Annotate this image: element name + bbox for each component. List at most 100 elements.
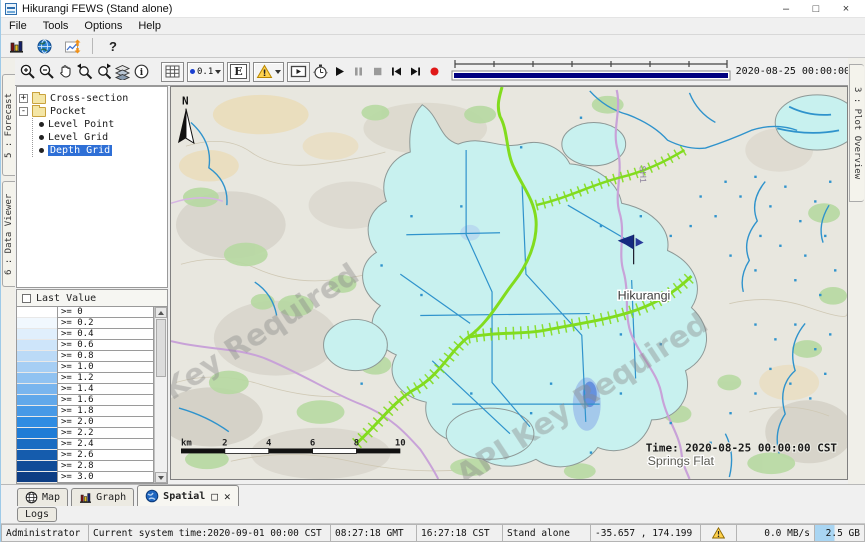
tree-node-label[interactable]: Level Grid <box>48 132 108 143</box>
last-value-checkbox[interactable] <box>22 294 31 303</box>
help-icon[interactable]: ? <box>102 37 124 56</box>
grid-display-button[interactable] <box>161 62 184 82</box>
tree-node-cross-section[interactable]: + Cross-section <box>19 92 165 105</box>
svg-text:8: 8 <box>354 439 359 449</box>
menu-bar: File Tools Options Help <box>1 18 865 35</box>
tab-spatial[interactable]: Spatial □ ✕ <box>137 485 238 506</box>
label-e-icon: E <box>230 64 246 79</box>
folder-icon <box>32 94 46 104</box>
current-time-label: 2020-08-25 00:00:00 CST <box>736 66 865 77</box>
stop-button[interactable] <box>369 62 387 82</box>
layers-icon[interactable] <box>113 62 131 82</box>
zoom-next-icon[interactable] <box>94 62 112 82</box>
legend-swatch <box>17 417 57 428</box>
status-bar: Administrator Current system time:2020-0… <box>1 524 865 542</box>
timeseries-dialog-icon[interactable] <box>61 37 83 56</box>
time-slider[interactable] <box>451 57 731 86</box>
status-warning-icon[interactable] <box>701 524 737 542</box>
legend-swatch <box>17 450 57 461</box>
zoom-in-icon[interactable] <box>18 62 36 82</box>
tab-data-viewer[interactable]: 6 : Data Viewer <box>2 181 15 287</box>
movie-player-button[interactable] <box>287 62 310 82</box>
labels-toggle-button[interactable]: E <box>227 62 249 82</box>
menu-help[interactable]: Help <box>130 19 169 33</box>
menu-tools[interactable]: Tools <box>35 19 77 33</box>
legend-panel: Last Value >= 0 >= 0.2 <box>16 289 168 484</box>
skip-start-button[interactable] <box>388 62 406 82</box>
record-button[interactable] <box>426 62 444 82</box>
left-panel: + Cross-section - Pocket Lev <box>15 86 169 484</box>
legend-swatch <box>17 384 57 395</box>
info-icon[interactable]: i <box>132 62 150 82</box>
right-tab-strip: 3 : Plot Overview <box>848 58 865 484</box>
tree-node-level-point[interactable]: Level Point <box>33 118 165 131</box>
svg-text:10: 10 <box>395 439 406 449</box>
menu-options[interactable]: Options <box>76 19 130 33</box>
legend-swatch <box>17 406 57 417</box>
tree-node-level-grid[interactable]: Level Grid <box>33 131 165 144</box>
interval-dropdown[interactable]: 0.1 <box>187 62 224 82</box>
map-display-icon[interactable] <box>33 37 55 56</box>
toolbar-separator <box>92 38 93 54</box>
tree-node-label[interactable]: Pocket <box>50 106 86 117</box>
tree-node-pocket[interactable]: - Pocket <box>19 105 165 118</box>
svg-text:4: 4 <box>266 439 271 449</box>
menu-file[interactable]: File <box>1 19 35 33</box>
timer-icon[interactable] <box>312 62 330 82</box>
tree-node-depth-grid[interactable]: Depth Grid <box>33 144 165 157</box>
tab-plot-overview[interactable]: 3 : Plot Overview <box>849 64 864 202</box>
expand-icon[interactable]: + <box>19 94 28 103</box>
svg-text:N: N <box>182 95 189 108</box>
legend-swatch <box>17 307 57 318</box>
tab-forecast[interactable]: 5 : Forecast <box>2 74 15 176</box>
maximize-button[interactable]: □ <box>801 3 831 15</box>
status-user: Administrator <box>1 524 89 542</box>
minimize-button[interactable]: – <box>771 3 801 15</box>
legend-swatch <box>17 340 57 351</box>
tree-node-label[interactable]: Level Point <box>48 119 114 130</box>
close-button[interactable]: × <box>831 3 861 15</box>
road-label: SH1 <box>638 166 649 184</box>
bullet-icon <box>39 148 44 153</box>
legend-swatch <box>17 472 57 483</box>
chevron-down-icon <box>275 70 281 74</box>
status-memory: 2.5 GB <box>815 524 865 542</box>
scrollbar-thumb[interactable] <box>156 319 166 377</box>
legend-swatch <box>17 362 57 373</box>
logs-tab[interactable]: Logs <box>17 507 57 522</box>
svg-text:!: ! <box>262 69 266 79</box>
tab-map[interactable]: Map <box>17 488 68 506</box>
interval-value: 0.1 <box>197 67 213 77</box>
zoom-previous-icon[interactable] <box>75 62 93 82</box>
legend-swatch <box>17 351 57 362</box>
interval-dot-icon <box>190 69 195 74</box>
scroll-down-icon[interactable] <box>155 472 167 483</box>
pan-icon[interactable] <box>56 62 74 82</box>
close-tab-icon[interactable]: ✕ <box>224 490 231 503</box>
globe-icon <box>145 489 159 503</box>
skip-end-button[interactable] <box>407 62 425 82</box>
bullet-icon <box>39 122 44 127</box>
status-download-rate: 0.0 MB/s <box>737 524 815 542</box>
tab-graph[interactable]: Graph <box>71 488 134 506</box>
town-label: Hikurangi <box>618 289 671 303</box>
zoom-out-icon[interactable] <box>37 62 55 82</box>
play-button[interactable] <box>331 62 349 82</box>
database-explorer-icon[interactable] <box>5 37 27 56</box>
legend-list: >= 0 >= 0.2 >= 0.4 >= 0.6 <box>17 306 167 483</box>
scroll-up-icon[interactable] <box>155 307 167 318</box>
legend-swatch <box>17 428 57 439</box>
tree-node-label[interactable]: Cross-section <box>50 93 128 104</box>
legend-scrollbar[interactable] <box>154 307 167 483</box>
pause-button[interactable] <box>350 62 368 82</box>
legend-swatch <box>17 439 57 450</box>
left-tab-strip: 5 : Forecast 6 : Data Viewer <box>1 58 15 484</box>
float-tab-icon[interactable]: □ <box>211 490 218 503</box>
tree-node-label-selected[interactable]: Depth Grid <box>48 145 112 156</box>
map-view[interactable]: API Key Required API Key Required Hikura… <box>170 86 848 480</box>
map-canvas[interactable]: API Key Required API Key Required Hikura… <box>171 87 847 479</box>
status-system-time: Current system time:2020-09-01 00:00 CST <box>89 524 331 542</box>
collapse-icon[interactable]: - <box>19 107 28 116</box>
warning-dropdown[interactable]: ! <box>253 62 284 82</box>
bar-chart-icon <box>79 491 92 504</box>
